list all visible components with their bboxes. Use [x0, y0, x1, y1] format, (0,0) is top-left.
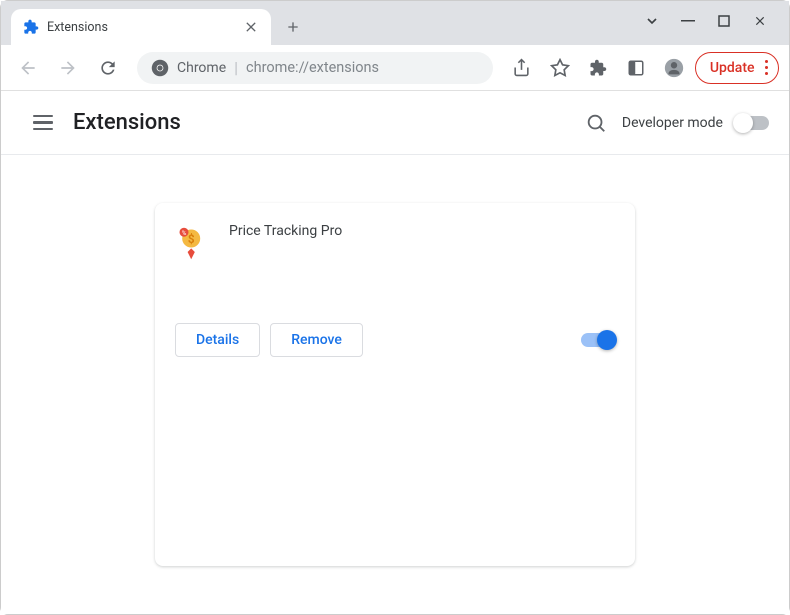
svg-text:$: $ [188, 232, 195, 246]
browser-tab[interactable]: Extensions [11, 9, 271, 45]
close-icon[interactable] [243, 19, 259, 35]
svg-text:%: % [182, 229, 187, 237]
omnibox-prefix: Chrome [177, 60, 226, 76]
window-controls [629, 1, 783, 41]
reload-button[interactable] [91, 51, 125, 85]
minimize-button[interactable] [679, 12, 697, 30]
update-button[interactable]: Update [695, 52, 779, 84]
remove-button[interactable]: Remove [270, 323, 363, 357]
page-header: Extensions Developer mode [1, 91, 789, 155]
update-label: Update [710, 60, 755, 76]
details-button[interactable]: Details [175, 323, 260, 357]
back-button [11, 51, 45, 85]
omnibox[interactable]: Chrome | chrome://extensions [137, 52, 493, 84]
extension-card: $ % Price Tracking Pro Details Remove [155, 203, 635, 566]
close-button[interactable] [751, 12, 769, 30]
content-area: PC risk.com $ % Price Tracking Pro Detai… [1, 155, 789, 614]
browser-toolbar: Chrome | chrome://extensions Update [1, 45, 789, 91]
extension-icon: $ % [175, 225, 211, 261]
search-button[interactable] [576, 103, 616, 143]
share-button[interactable] [505, 51, 539, 85]
bookmark-button[interactable] [543, 51, 577, 85]
menu-button[interactable] [21, 101, 65, 145]
plus-icon [285, 19, 301, 35]
developer-mode-label: Developer mode [622, 115, 723, 131]
new-tab-button[interactable] [279, 13, 307, 41]
tab-title: Extensions [47, 20, 243, 35]
forward-button [51, 51, 85, 85]
extensions-button[interactable] [581, 51, 615, 85]
titlebar: Extensions [1, 1, 789, 45]
puzzle-icon [23, 19, 39, 35]
profile-button[interactable] [657, 51, 691, 85]
chrome-icon [151, 59, 169, 77]
menu-dots-icon [761, 60, 769, 76]
maximize-button[interactable] [715, 12, 733, 30]
extension-toggle[interactable] [581, 333, 615, 347]
extension-name: Price Tracking Pro [229, 223, 342, 303]
omnibox-divider: | [234, 58, 238, 77]
chevron-down-icon[interactable] [643, 12, 661, 30]
developer-mode-toggle[interactable] [735, 116, 769, 130]
page-title: Extensions [73, 110, 576, 135]
omnibox-url: chrome://extensions [246, 59, 379, 76]
sidepanel-button[interactable] [619, 51, 653, 85]
